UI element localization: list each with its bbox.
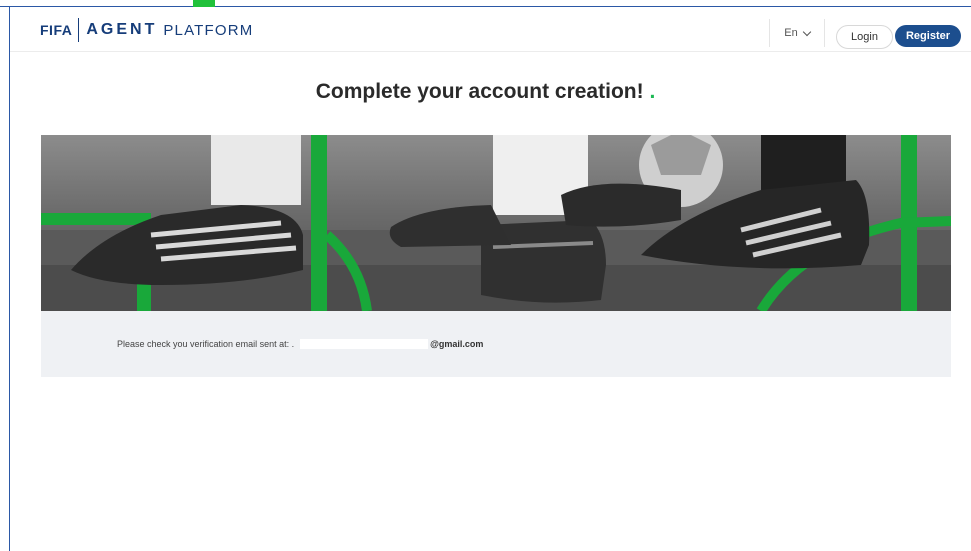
- redacted-email-username: [300, 339, 429, 349]
- language-value: En: [784, 27, 798, 39]
- email-domain: @gmail.com: [430, 339, 484, 349]
- logo-agent-text: AGENT: [86, 21, 158, 38]
- football-boots-illustration: [41, 135, 951, 311]
- fifa-agent-platform-logo[interactable]: FIFA AGENT PLATFORM: [40, 17, 254, 43]
- verification-message-panel: Please check you verification email sent…: [41, 311, 951, 377]
- title-accent-dot: .: [649, 80, 656, 103]
- page-title-text: Complete your account creation!: [315, 80, 644, 103]
- page-title: Complete your account creation! .: [0, 80, 971, 104]
- logo-fifa-text: FIFA: [40, 22, 73, 38]
- register-button[interactable]: Register: [895, 25, 961, 47]
- logo-divider: [78, 18, 80, 42]
- verification-text: Please check you verification email sent…: [117, 339, 295, 349]
- login-button[interactable]: Login: [836, 25, 893, 49]
- top-navigation: FIFA AGENT PLATFORM En Login Register: [10, 7, 971, 52]
- logo-platform-text: PLATFORM: [163, 21, 254, 39]
- verification-message: Please check you verification email sent…: [117, 339, 483, 349]
- hero-banner-image: [41, 135, 951, 311]
- chevron-down-icon: [802, 27, 811, 36]
- language-select[interactable]: En: [769, 19, 825, 47]
